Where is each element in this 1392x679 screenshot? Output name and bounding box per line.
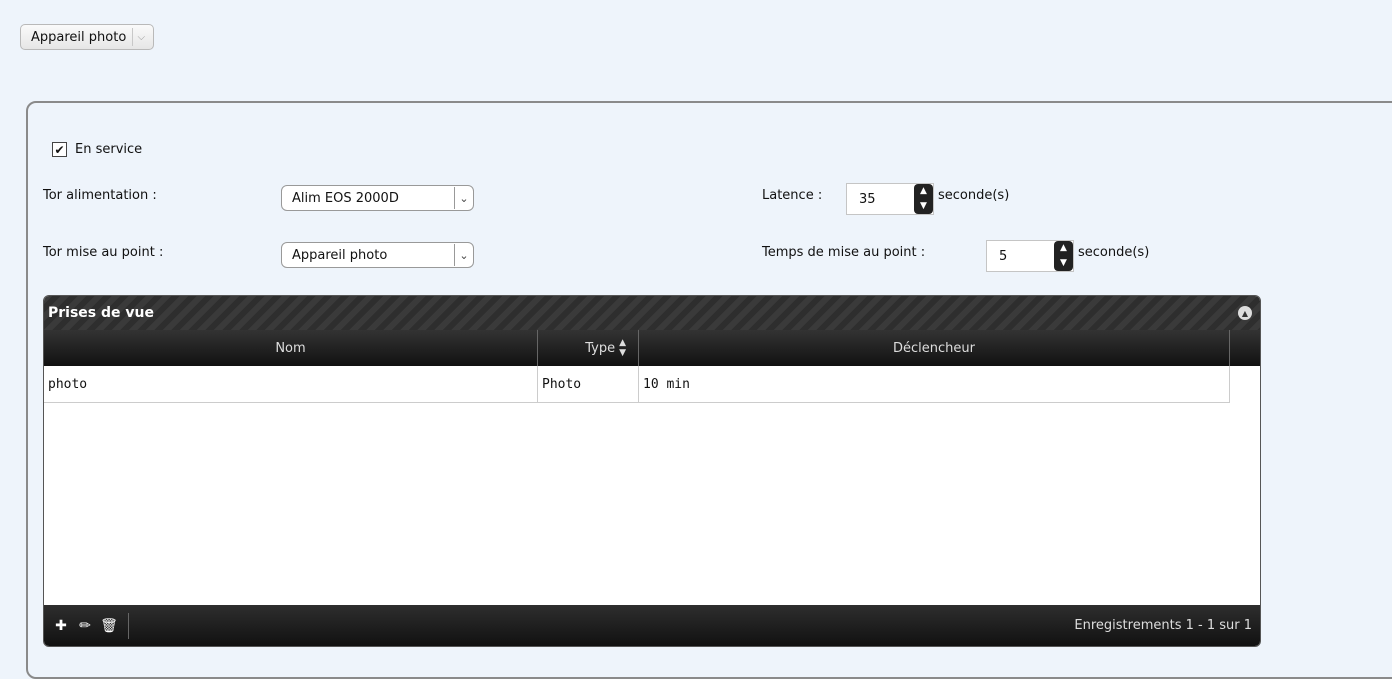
chevron-down-icon[interactable]: ⌵ [132,28,149,46]
collapse-icon[interactable]: ▲ [1238,306,1252,320]
column-header-nom[interactable]: Nom [44,330,538,366]
prises-de-vue-grid: Prises de vue ▲ Nom Type ▲ ▼ Déclencheur … [43,295,1261,647]
records-info: Enregistrements 1 - 1 sur 1 [1074,618,1252,633]
trash-icon[interactable]: 🗑 [98,615,120,637]
temps-mise-au-point-value[interactable]: 5 [987,249,1054,264]
temps-mise-au-point-label: Temps de mise au point : [762,245,926,260]
top-device-select-value: Appareil photo [31,29,127,45]
grid-title-bar: Prises de vue ▲ [44,296,1260,330]
cell-type: Photo [538,366,639,402]
pencil-icon[interactable]: ✏ [74,615,96,637]
in-service-label: En service [75,142,143,157]
footer-separator [128,612,129,639]
grid-footer: ✚ ✏ 🗑 Enregistrements 1 - 1 sur 1 [44,605,1260,646]
tor-alimentation-value: Alim EOS 2000D [292,190,399,206]
in-service-checkbox[interactable]: ✔ [52,142,67,157]
table-row[interactable]: photo Photo 10 min [44,366,1230,403]
spinner-arrows-icon[interactable]: ▲ ▼ [914,184,933,214]
tor-mise-au-point-label: Tor mise au point : [43,245,164,260]
grid-title: Prises de vue [48,305,154,321]
latence-value[interactable]: 35 [847,192,914,207]
tor-alimentation-select[interactable]: Alim EOS 2000D ⌄ [281,185,474,211]
temps-mise-au-point-unit: seconde(s) [1078,245,1150,260]
temps-mise-au-point-spinner[interactable]: 5 ▲ ▼ [986,240,1074,272]
cell-declencheur: 10 min [639,366,1230,402]
plus-icon[interactable]: ✚ [50,615,72,637]
column-header-nom-label: Nom [275,340,306,356]
sort-icon: ▲ ▼ [619,338,626,358]
column-header-declencheur-label: Déclencheur [893,340,975,356]
latence-unit: seconde(s) [938,188,1010,203]
column-header-type[interactable]: Type ▲ ▼ [538,330,639,366]
in-service-row: ✔ En service [52,142,142,157]
chevron-down-icon[interactable]: ⌄ [454,244,473,266]
column-header-declencheur[interactable]: Déclencheur [639,330,1230,366]
top-device-select[interactable]: Appareil photo ⌵ [20,24,155,50]
cell-nom: photo [44,366,538,402]
grid-header: Nom Type ▲ ▼ Déclencheur [44,330,1260,366]
tor-alimentation-label: Tor alimentation : [43,188,157,203]
latence-label: Latence : [762,188,823,203]
latence-spinner[interactable]: 35 ▲ ▼ [846,183,934,215]
column-header-type-label: Type [585,340,616,356]
chevron-down-icon[interactable]: ⌄ [454,187,473,209]
tor-mise-au-point-value: Appareil photo [292,247,388,263]
spinner-arrows-icon[interactable]: ▲ ▼ [1054,241,1073,271]
tor-mise-au-point-select[interactable]: Appareil photo ⌄ [281,242,474,268]
